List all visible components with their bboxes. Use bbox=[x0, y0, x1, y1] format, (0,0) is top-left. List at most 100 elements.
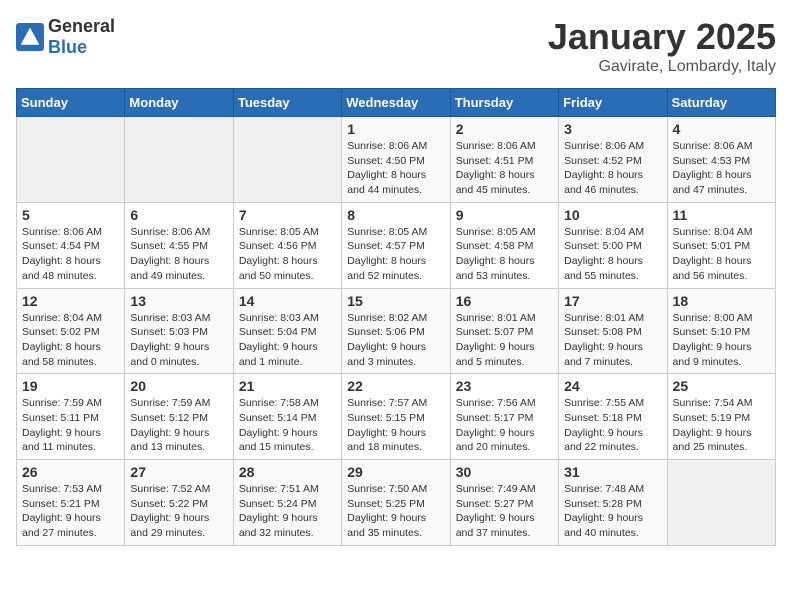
week-row-2: 5Sunrise: 8:06 AM Sunset: 4:54 PM Daylig… bbox=[17, 202, 776, 288]
calendar-cell: 31Sunrise: 7:48 AM Sunset: 5:28 PM Dayli… bbox=[559, 460, 667, 546]
week-row-3: 12 Sunrise: 8:04 AM Sunset: 5:02 PM Dayli… bbox=[17, 288, 776, 374]
calendar-cell: 5Sunrise: 8:06 AM Sunset: 4:54 PM Daylig… bbox=[17, 202, 125, 288]
day-info: Sunrise: 8:04 AM Sunset: 5:02 PM Dayligh… bbox=[22, 311, 119, 370]
location-title: Gavirate, Lombardy, Italy bbox=[548, 58, 776, 76]
day-number: 6 bbox=[130, 207, 227, 223]
day-number: 10 bbox=[564, 207, 661, 223]
calendar-cell: 17 Sunrise: 8:01 AM Sunset: 5:08 PM Dayli… bbox=[559, 288, 667, 374]
calendar-cell: 10Sunrise: 8:04 AM Sunset: 5:00 PM Dayli… bbox=[559, 202, 667, 288]
day-info: Sunrise: 7:56 AM Sunset: 5:17 PM Dayligh… bbox=[456, 396, 553, 455]
day-number: 15 bbox=[347, 293, 444, 309]
calendar-cell: 29 Sunrise: 7:50 AM Sunset: 5:25 PM Dayli… bbox=[342, 460, 450, 546]
month-title: January 2025 bbox=[548, 16, 776, 58]
day-info: Sunrise: 8:06 AM Sunset: 4:52 PM Dayligh… bbox=[564, 139, 661, 198]
day-number: 31 bbox=[564, 464, 661, 480]
day-number: 13 bbox=[130, 293, 227, 309]
day-info: Sunrise: 8:02 AM Sunset: 5:06 PM Dayligh… bbox=[347, 311, 444, 370]
calendar-cell: 13 Sunrise: 8:03 AM Sunset: 5:03 PM Dayli… bbox=[125, 288, 233, 374]
calendar-cell: 8 Sunrise: 8:05 AM Sunset: 4:57 PM Daylig… bbox=[342, 202, 450, 288]
day-info: Sunrise: 8:04 AM Sunset: 5:01 PM Dayligh… bbox=[673, 225, 770, 284]
day-info: Sunrise: 7:57 AM Sunset: 5:15 PM Dayligh… bbox=[347, 396, 444, 455]
calendar-cell: 19 Sunrise: 7:59 AM Sunset: 5:11 PM Dayli… bbox=[17, 374, 125, 460]
day-number: 5 bbox=[22, 207, 119, 223]
day-number: 7 bbox=[239, 207, 336, 223]
day-info: Sunrise: 8:01 AM Sunset: 5:07 PM Dayligh… bbox=[456, 311, 553, 370]
day-number: 25 bbox=[673, 378, 770, 394]
calendar-cell: 28Sunrise: 7:51 AM Sunset: 5:24 PM Dayli… bbox=[233, 460, 341, 546]
day-number: 12 bbox=[22, 293, 119, 309]
day-number: 21 bbox=[239, 378, 336, 394]
calendar-table: Sunday Monday Tuesday Wednesday Thursday… bbox=[16, 88, 776, 546]
day-number: 4 bbox=[673, 121, 770, 137]
day-info: Sunrise: 8:05 AM Sunset: 4:56 PM Dayligh… bbox=[239, 225, 336, 284]
calendar-cell: 15 Sunrise: 8:02 AM Sunset: 5:06 PM Dayli… bbox=[342, 288, 450, 374]
day-info: Sunrise: 7:58 AM Sunset: 5:14 PM Dayligh… bbox=[239, 396, 336, 455]
title-block: January 2025 Gavirate, Lombardy, Italy bbox=[548, 16, 776, 76]
calendar-cell: 16Sunrise: 8:01 AM Sunset: 5:07 PM Dayli… bbox=[450, 288, 558, 374]
day-info: Sunrise: 8:03 AM Sunset: 5:03 PM Dayligh… bbox=[130, 311, 227, 370]
day-info: Sunrise: 7:54 AM Sunset: 5:19 PM Dayligh… bbox=[673, 396, 770, 455]
day-info: Sunrise: 7:59 AM Sunset: 5:11 PM Dayligh… bbox=[22, 396, 119, 455]
calendar-cell: 26 Sunrise: 7:53 AM Sunset: 5:21 PM Dayli… bbox=[17, 460, 125, 546]
day-info: Sunrise: 7:59 AM Sunset: 5:12 PM Dayligh… bbox=[130, 396, 227, 455]
day-info: Sunrise: 8:06 AM Sunset: 4:55 PM Dayligh… bbox=[130, 225, 227, 284]
day-number: 17 bbox=[564, 293, 661, 309]
day-info: Sunrise: 8:05 AM Sunset: 4:57 PM Dayligh… bbox=[347, 225, 444, 284]
day-number: 20 bbox=[130, 378, 227, 394]
day-info: Sunrise: 8:03 AM Sunset: 5:04 PM Dayligh… bbox=[239, 311, 336, 370]
logo: General Blue bbox=[16, 16, 115, 58]
day-number: 19 bbox=[22, 378, 119, 394]
calendar-cell: 1Sunrise: 8:06 AM Sunset: 4:50 PM Daylig… bbox=[342, 117, 450, 203]
calendar-cell: 9 Sunrise: 8:05 AM Sunset: 4:58 PM Daylig… bbox=[450, 202, 558, 288]
calendar-cell: 14 Sunrise: 8:03 AM Sunset: 5:04 PM Dayli… bbox=[233, 288, 341, 374]
day-number: 30 bbox=[456, 464, 553, 480]
calendar-cell: 24Sunrise: 7:55 AM Sunset: 5:18 PM Dayli… bbox=[559, 374, 667, 460]
day-info: Sunrise: 7:50 AM Sunset: 5:25 PM Dayligh… bbox=[347, 482, 444, 541]
weekday-sunday: Sunday bbox=[17, 89, 125, 117]
day-number: 3 bbox=[564, 121, 661, 137]
day-number: 8 bbox=[347, 207, 444, 223]
day-info: Sunrise: 7:49 AM Sunset: 5:27 PM Dayligh… bbox=[456, 482, 553, 541]
day-info: Sunrise: 8:06 AM Sunset: 4:51 PM Dayligh… bbox=[456, 139, 553, 198]
logo-icon bbox=[16, 23, 44, 51]
day-info: Sunrise: 8:00 AM Sunset: 5:10 PM Dayligh… bbox=[673, 311, 770, 370]
day-number: 24 bbox=[564, 378, 661, 394]
calendar-cell: 25 Sunrise: 7:54 AM Sunset: 5:19 PM Dayli… bbox=[667, 374, 775, 460]
calendar-cell bbox=[667, 460, 775, 546]
calendar-cell: 2Sunrise: 8:06 AM Sunset: 4:51 PM Daylig… bbox=[450, 117, 558, 203]
weekday-thursday: Thursday bbox=[450, 89, 558, 117]
weekday-saturday: Saturday bbox=[667, 89, 775, 117]
day-info: Sunrise: 8:01 AM Sunset: 5:08 PM Dayligh… bbox=[564, 311, 661, 370]
day-number: 29 bbox=[347, 464, 444, 480]
calendar-cell bbox=[17, 117, 125, 203]
calendar-cell: 7 Sunrise: 8:05 AM Sunset: 4:56 PM Daylig… bbox=[233, 202, 341, 288]
calendar-header: Sunday Monday Tuesday Wednesday Thursday… bbox=[17, 89, 776, 117]
day-info: Sunrise: 8:05 AM Sunset: 4:58 PM Dayligh… bbox=[456, 225, 553, 284]
day-number: 27 bbox=[130, 464, 227, 480]
weekday-header-row: Sunday Monday Tuesday Wednesday Thursday… bbox=[17, 89, 776, 117]
weekday-monday: Monday bbox=[125, 89, 233, 117]
day-number: 14 bbox=[239, 293, 336, 309]
week-row-1: 1Sunrise: 8:06 AM Sunset: 4:50 PM Daylig… bbox=[17, 117, 776, 203]
calendar-cell: 30 Sunrise: 7:49 AM Sunset: 5:27 PM Dayli… bbox=[450, 460, 558, 546]
day-number: 22 bbox=[347, 378, 444, 394]
calendar-body: 1Sunrise: 8:06 AM Sunset: 4:50 PM Daylig… bbox=[17, 117, 776, 546]
day-number: 26 bbox=[22, 464, 119, 480]
logo-general: General bbox=[48, 16, 115, 36]
calendar-cell: 22 Sunrise: 7:57 AM Sunset: 5:15 PM Dayli… bbox=[342, 374, 450, 460]
day-number: 9 bbox=[456, 207, 553, 223]
week-row-4: 19 Sunrise: 7:59 AM Sunset: 5:11 PM Dayli… bbox=[17, 374, 776, 460]
calendar-cell: 12 Sunrise: 8:04 AM Sunset: 5:02 PM Dayli… bbox=[17, 288, 125, 374]
day-info: Sunrise: 7:53 AM Sunset: 5:21 PM Dayligh… bbox=[22, 482, 119, 541]
calendar-cell: 11Sunrise: 8:04 AM Sunset: 5:01 PM Dayli… bbox=[667, 202, 775, 288]
calendar-cell: 4Sunrise: 8:06 AM Sunset: 4:53 PM Daylig… bbox=[667, 117, 775, 203]
day-number: 28 bbox=[239, 464, 336, 480]
calendar-cell: 3 Sunrise: 8:06 AM Sunset: 4:52 PM Daylig… bbox=[559, 117, 667, 203]
calendar-cell bbox=[125, 117, 233, 203]
weekday-wednesday: Wednesday bbox=[342, 89, 450, 117]
day-number: 23 bbox=[456, 378, 553, 394]
day-info: Sunrise: 7:52 AM Sunset: 5:22 PM Dayligh… bbox=[130, 482, 227, 541]
page-header: General Blue January 2025 Gavirate, Lomb… bbox=[16, 16, 776, 76]
calendar-cell: 6 Sunrise: 8:06 AM Sunset: 4:55 PM Daylig… bbox=[125, 202, 233, 288]
day-number: 18 bbox=[673, 293, 770, 309]
